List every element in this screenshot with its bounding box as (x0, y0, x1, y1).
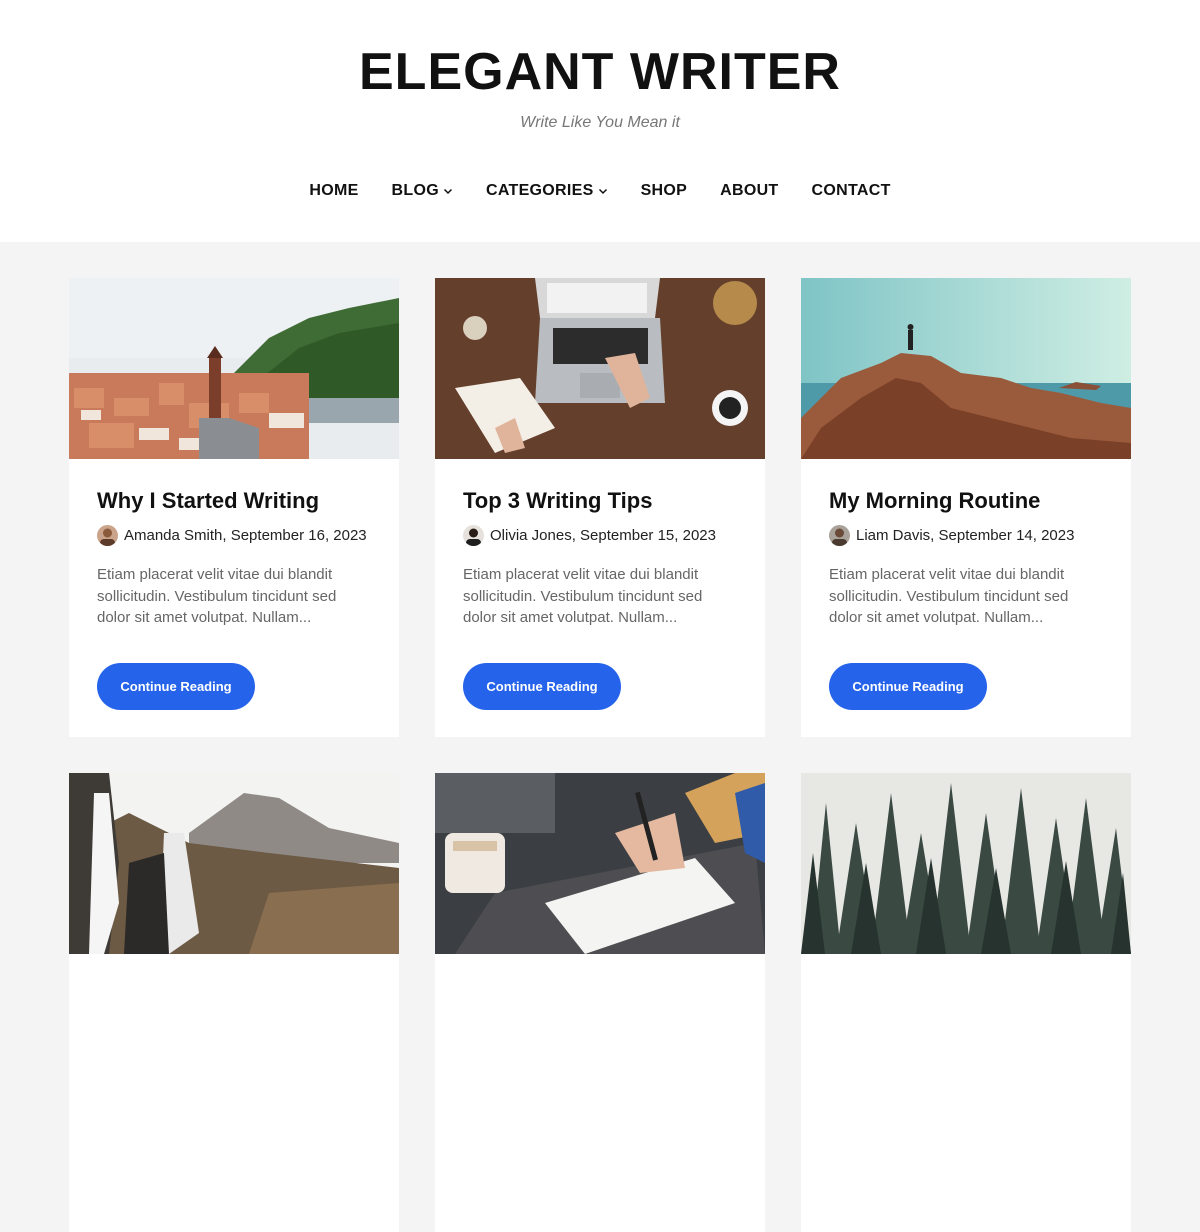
site-title[interactable]: ELEGANT WRITER (0, 42, 1200, 102)
author-avatar[interactable] (97, 525, 118, 546)
nav-item-label: CONTACT (811, 182, 891, 199)
post-meta: Olivia Jones, September 15, 2023 (463, 525, 737, 546)
post-author-date: Olivia Jones, September 15, 2023 (490, 527, 716, 544)
post-card (435, 773, 765, 1232)
continue-reading-button[interactable]: Continue Reading (463, 663, 621, 710)
nav-item-contact[interactable]: CONTACT (812, 182, 891, 200)
post-card: Why I Started Writing Amanda Smith, Sept… (69, 278, 399, 737)
post-title[interactable]: Why I Started Writing (97, 487, 371, 515)
post-excerpt: Etiam placerat velit vitae dui blandit s… (97, 566, 337, 626)
author-avatar[interactable] (463, 525, 484, 546)
posts-grid: Why I Started Writing Amanda Smith, Sept… (69, 278, 1131, 1232)
nav-item-label: BLOG (391, 182, 439, 199)
post-author-date: Liam Davis, September 14, 2023 (856, 527, 1075, 544)
chevron-down-icon (443, 186, 453, 196)
continue-reading-button[interactable]: Continue Reading (829, 663, 987, 710)
nav-item-label: ABOUT (720, 182, 779, 199)
post-thumbnail[interactable] (801, 278, 1131, 459)
post-thumbnail[interactable] (435, 278, 765, 459)
post-card: My Morning Routine Liam Davis, September… (801, 278, 1131, 737)
nav-item-categories[interactable]: CATEGORIES (486, 182, 608, 200)
post-thumbnail[interactable] (69, 773, 399, 954)
nav-item-label: CATEGORIES (485, 182, 594, 199)
post-meta: Liam Davis, September 14, 2023 (829, 525, 1103, 546)
nav-item-label: HOME (309, 182, 359, 199)
post-card: Top 3 Writing Tips Olivia Jones, Septemb… (435, 278, 765, 737)
post-card (801, 773, 1131, 1232)
post-thumbnail[interactable] (801, 773, 1131, 954)
nav-item-label: SHOP (640, 182, 688, 199)
post-author-date: Amanda Smith, September 16, 2023 (124, 527, 367, 544)
nav-item-shop[interactable]: SHOP (641, 182, 688, 200)
post-title[interactable]: Top 3 Writing Tips (463, 487, 737, 515)
site-header: ELEGANT WRITER Write Like You Mean it HO… (0, 0, 1200, 242)
nav-item-blog[interactable]: BLOG (392, 182, 453, 200)
post-thumbnail[interactable] (435, 773, 765, 954)
main-nav: HOME BLOG CATEGORIES SHOP ABOUT CONTACT (0, 182, 1200, 200)
nav-item-home[interactable]: HOME (309, 182, 358, 200)
post-card (69, 773, 399, 1232)
post-meta: Amanda Smith, September 16, 2023 (97, 525, 371, 546)
author-avatar[interactable] (829, 525, 850, 546)
post-thumbnail[interactable] (69, 278, 399, 459)
post-excerpt: Etiam placerat velit vitae dui blandit s… (463, 566, 703, 626)
post-excerpt: Etiam placerat velit vitae dui blandit s… (829, 566, 1069, 626)
chevron-down-icon (598, 186, 608, 196)
site-tagline: Write Like You Mean it (520, 114, 680, 131)
continue-reading-button[interactable]: Continue Reading (97, 663, 255, 710)
post-title[interactable]: My Morning Routine (829, 487, 1103, 515)
nav-item-about[interactable]: ABOUT (720, 182, 778, 200)
